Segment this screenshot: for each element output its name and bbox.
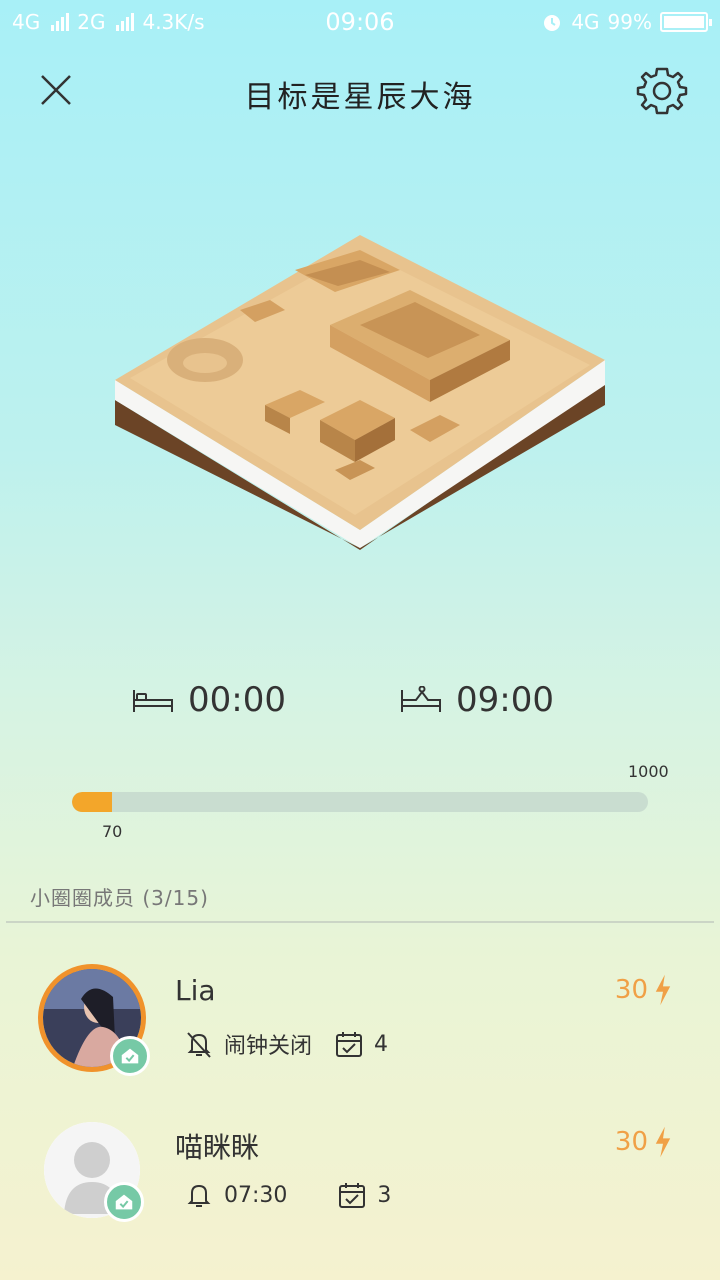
check-home-badge [104, 1182, 144, 1222]
battery-icon [660, 12, 712, 32]
member-score: 30 [615, 1126, 672, 1158]
status-bar: 4G 2G 4.3K/s 09:06 4G 99% [0, 0, 720, 46]
progress-max-label: 1000 [628, 762, 669, 781]
lightning-icon [655, 1126, 671, 1158]
sleep-time-item: 00:00 [132, 680, 286, 720]
bed-wake-icon [401, 686, 441, 712]
member-score-value: 30 [614, 975, 648, 1005]
home-check-icon [121, 1048, 139, 1064]
battery-percent: 99% [607, 10, 652, 34]
settings-button[interactable] [636, 65, 688, 117]
check-home-badge [110, 1036, 150, 1076]
top-bar: 目标是星辰大海 [0, 60, 720, 120]
member-name: 喵眯眯 [175, 1131, 260, 1164]
calendar-check-icon [336, 1032, 363, 1057]
alarm-time: 07:30 [224, 1182, 288, 1208]
progress-current-label: 70 [102, 822, 123, 841]
gear-icon [636, 67, 688, 115]
desert-island-image [115, 235, 605, 550]
island-illustration [110, 230, 610, 560]
member-row[interactable]: 喵眯眯 30 07:30 3 [0, 1122, 720, 1262]
status-right: 4G 99% [541, 10, 712, 34]
alarm-icon [544, 15, 561, 31]
member-avatar-wrap[interactable] [38, 964, 150, 1076]
bell-icon [187, 1184, 211, 1207]
member-score-value: 30 [614, 1127, 648, 1157]
member-meta: 闹钟关闭 4 [184, 1028, 388, 1060]
lightning-icon [655, 974, 671, 1006]
progress-bar-fill [72, 792, 113, 812]
wake-time-item: 09:00 [400, 680, 554, 720]
bed-sleep-icon [133, 690, 173, 712]
members-header: 小圈圈成员 (3/15) [30, 886, 209, 910]
member-meta: 07:30 3 [184, 1180, 391, 1210]
member-avatar-wrap[interactable] [44, 1122, 144, 1222]
progress-bar [72, 792, 648, 812]
page-title: 目标是星辰大海 [244, 80, 476, 115]
wake-time: 09:00 [456, 680, 554, 720]
home-check-icon [115, 1194, 133, 1210]
member-name: Lia [175, 974, 216, 1007]
member-score: 30 [615, 974, 672, 1006]
network-main: 4G [571, 10, 600, 34]
checkin-count: 4 [374, 1031, 389, 1057]
member-row[interactable]: Lia 30 闹钟关闭 4 [0, 964, 720, 1104]
checkin-count: 3 [377, 1182, 392, 1208]
alarm-status: 闹钟关闭 [224, 1034, 313, 1059]
schedule-times: 00:00 09:00 [0, 680, 720, 730]
bell-off-icon [187, 1032, 211, 1058]
divider [6, 921, 714, 923]
sleep-time: 00:00 [188, 680, 286, 720]
calendar-check-icon [339, 1183, 366, 1208]
